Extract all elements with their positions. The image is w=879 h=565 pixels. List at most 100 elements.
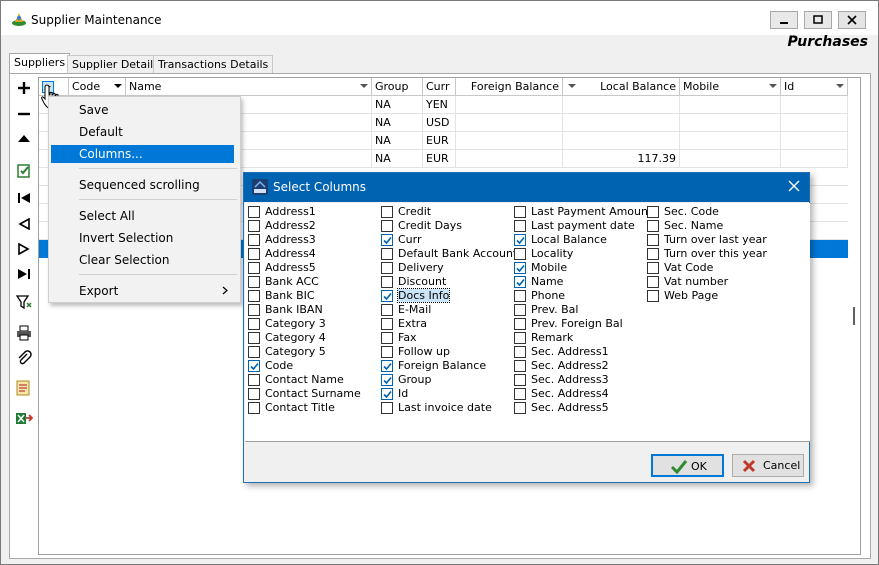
column-header-local-balance[interactable]: Local Balance <box>563 78 680 96</box>
checkbox-icon[interactable] <box>248 374 260 386</box>
filter-icon[interactable] <box>11 291 37 313</box>
checkbox-checked-icon[interactable] <box>248 360 260 372</box>
cell-local-balance <box>563 114 680 132</box>
scrollbar-thumb[interactable] <box>853 307 855 325</box>
menu-item-export[interactable]: Export <box>51 282 234 300</box>
column-header-code[interactable]: Code <box>69 78 126 96</box>
menu-item-clear-selection[interactable]: Clear Selection <box>51 251 234 269</box>
supplier-maintenance-window: Supplier Maintenance Purchases Suppliers… <box>0 0 879 565</box>
remove-icon[interactable] <box>11 103 37 125</box>
checkbox-icon[interactable] <box>514 374 526 386</box>
checkbox-checked-icon[interactable] <box>381 290 393 302</box>
cancel-button[interactable]: Cancel <box>732 454 804 477</box>
checkbox-icon[interactable] <box>381 346 393 358</box>
checkbox-icon[interactable] <box>381 220 393 232</box>
add-icon[interactable] <box>11 77 37 99</box>
menu-item-save[interactable]: Save <box>51 101 234 119</box>
checkbox-icon[interactable] <box>248 346 260 358</box>
close-icon[interactable] <box>787 179 801 193</box>
checkbox-icon[interactable] <box>248 276 260 288</box>
checkbox-icon[interactable] <box>381 248 393 260</box>
checkbox-icon[interactable] <box>381 276 393 288</box>
column-header-curr[interactable]: Curr <box>423 78 456 96</box>
maximize-button[interactable] <box>804 11 832 29</box>
column-header-mobile[interactable]: Mobile <box>680 78 781 96</box>
checkbox-icon[interactable] <box>514 318 526 330</box>
close-button[interactable] <box>838 11 866 29</box>
checkbox-icon[interactable] <box>248 332 260 344</box>
menu-item-sequenced-scrolling[interactable]: Sequenced scrolling <box>51 176 234 194</box>
last-record-icon[interactable] <box>11 263 37 285</box>
checkbox-checked-icon[interactable] <box>381 374 393 386</box>
checkbox-icon[interactable] <box>248 248 260 260</box>
column-header-group[interactable]: Group <box>372 78 423 96</box>
checkbox-icon[interactable] <box>248 220 260 232</box>
move-up-icon[interactable] <box>11 127 37 149</box>
report-icon[interactable] <box>11 377 37 399</box>
checkbox-icon[interactable] <box>514 388 526 400</box>
column-header-foreign-balance[interactable]: Foreign Balance <box>456 78 563 96</box>
checkbox-icon[interactable] <box>248 402 260 414</box>
print-icon[interactable] <box>11 322 37 344</box>
checkbox-icon[interactable] <box>647 262 659 274</box>
edit-icon[interactable] <box>11 159 37 181</box>
chevron-down-icon <box>360 84 368 88</box>
checkbox-icon[interactable] <box>514 402 526 414</box>
checkbox-checked-icon[interactable] <box>514 262 526 274</box>
checkbox-icon[interactable] <box>647 248 659 260</box>
checkbox-icon[interactable] <box>514 360 526 372</box>
menu-item-select-all[interactable]: Select All <box>51 207 234 225</box>
attachment-icon[interactable] <box>11 347 37 369</box>
column-option-label: Code <box>265 359 294 372</box>
checkbox-icon[interactable] <box>248 262 260 274</box>
checkbox-icon[interactable] <box>647 206 659 218</box>
vertical-scrollbar[interactable] <box>848 78 860 554</box>
checkbox-checked-icon[interactable] <box>381 360 393 372</box>
checkbox-icon[interactable] <box>514 332 526 344</box>
tab-supplier-details[interactable]: Supplier Details <box>67 55 164 73</box>
tab-transactions-details[interactable]: Transactions Details <box>153 55 274 73</box>
export-excel-icon[interactable] <box>11 407 37 429</box>
checkbox-icon[interactable] <box>647 234 659 246</box>
checkbox-checked-icon[interactable] <box>514 276 526 288</box>
checkbox-icon[interactable] <box>514 304 526 316</box>
column-option-label: Delivery <box>398 261 444 274</box>
column-header-id[interactable]: Id <box>781 78 848 96</box>
checkbox-icon[interactable] <box>381 332 393 344</box>
checkbox-icon[interactable] <box>381 304 393 316</box>
checkbox-icon[interactable] <box>647 276 659 288</box>
tab-suppliers[interactable]: Suppliers <box>9 53 71 74</box>
module-brand: Purchases <box>787 34 868 50</box>
first-record-icon[interactable] <box>11 187 37 209</box>
checkbox-icon[interactable] <box>248 206 260 218</box>
checkbox-icon[interactable] <box>248 318 260 330</box>
menu-item-default[interactable]: Default <box>51 123 234 141</box>
checkbox-icon[interactable] <box>248 388 260 400</box>
column-header-name[interactable]: Name <box>126 78 372 96</box>
checkbox-icon[interactable] <box>514 206 526 218</box>
checkbox-icon[interactable] <box>381 206 393 218</box>
checkbox-icon[interactable] <box>381 318 393 330</box>
checkbox-icon[interactable] <box>381 402 393 414</box>
menu-item-invert-selection[interactable]: Invert Selection <box>51 229 234 247</box>
checkbox-icon[interactable] <box>248 290 260 302</box>
menu-item-columns[interactable]: Columns... <box>51 145 234 163</box>
checkbox-checked-icon[interactable] <box>514 234 526 246</box>
previous-record-icon[interactable] <box>11 213 37 235</box>
checkbox-icon[interactable] <box>514 290 526 302</box>
checkbox-icon[interactable] <box>514 346 526 358</box>
checkbox-checked-icon[interactable] <box>381 234 393 246</box>
cell-group: NA <box>372 150 423 168</box>
checkbox-icon[interactable] <box>248 234 260 246</box>
cell-foreign-balance <box>456 96 563 114</box>
minimize-button[interactable] <box>770 11 798 29</box>
checkbox-icon[interactable] <box>647 290 659 302</box>
checkbox-icon[interactable] <box>514 220 526 232</box>
checkbox-icon[interactable] <box>248 304 260 316</box>
checkbox-icon[interactable] <box>647 220 659 232</box>
ok-button[interactable]: OK <box>651 454 724 477</box>
checkbox-icon[interactable] <box>514 248 526 260</box>
next-record-icon[interactable] <box>11 238 37 260</box>
checkbox-checked-icon[interactable] <box>381 388 393 400</box>
checkbox-icon[interactable] <box>381 262 393 274</box>
